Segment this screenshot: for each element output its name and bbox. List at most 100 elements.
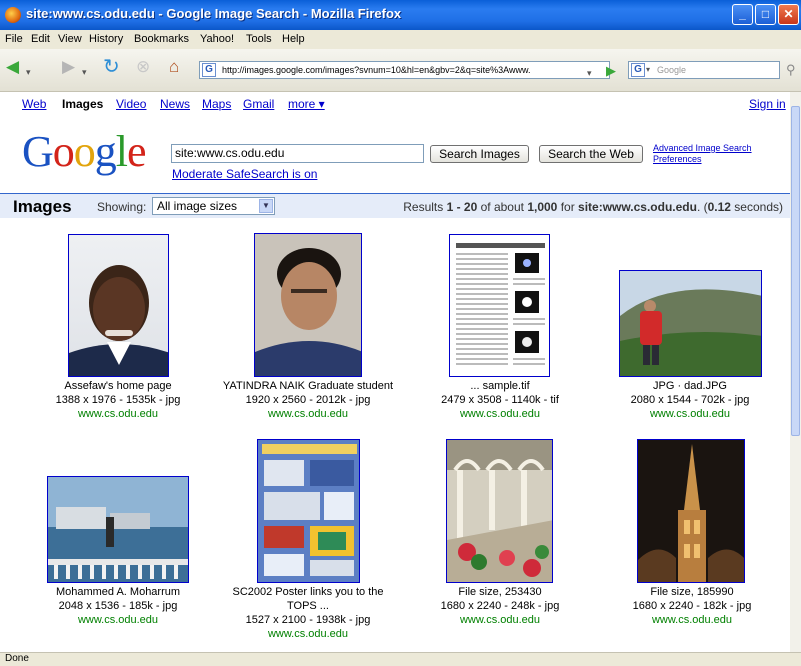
result-domain-5: www.cs.odu.edu xyxy=(77,614,159,626)
image-size-value: All image sizes xyxy=(157,199,238,213)
window-title: site:www.cs.odu.edu - Google Image Searc… xyxy=(26,6,402,21)
forward-arrow-icon[interactable]: ▶ xyxy=(62,58,75,76)
status-text: Done xyxy=(5,653,29,664)
chevron-down-icon[interactable]: ▼ xyxy=(259,199,273,213)
menu-help[interactable]: Help xyxy=(282,33,305,45)
magnifier-icon[interactable]: ⚲ xyxy=(786,61,796,79)
status-bar: Done xyxy=(0,652,801,666)
result-title-8[interactable]: File size, 185990 xyxy=(612,585,772,599)
result-caption-6: SC2002 Poster links you to the TOPS ... … xyxy=(213,585,403,641)
result-domain-2: www.cs.odu.edu xyxy=(267,408,349,420)
gbar-gmail-link[interactable]: Gmail xyxy=(243,97,274,111)
cathedral-image-8 xyxy=(638,440,744,582)
menu-file[interactable]: File xyxy=(5,33,23,45)
back-dropdown-icon[interactable]: ▾ xyxy=(26,63,31,81)
result-caption-5: Mohammed A. Moharrum 2048 x 1536 - 185k … xyxy=(38,585,198,627)
document-image-3 xyxy=(456,243,545,365)
menu-history[interactable]: History xyxy=(89,33,123,45)
gbar-more-link[interactable]: more ▾ xyxy=(288,97,325,111)
result-thumbnail-6[interactable] xyxy=(257,439,360,583)
google-engine-icon[interactable]: G xyxy=(631,63,645,77)
result-meta-7: 1680 x 2240 - 248k - jpg xyxy=(440,600,560,612)
gbar-web-link[interactable]: Web xyxy=(22,97,46,111)
search-images-button[interactable]: Search Images xyxy=(430,145,529,163)
result-title-7[interactable]: File size, 253430 xyxy=(420,585,580,599)
engine-dropdown-icon[interactable]: ▾ xyxy=(646,62,650,78)
result-title-6-line2[interactable]: TOPS ... xyxy=(213,599,403,613)
harbor-image-5 xyxy=(48,477,188,582)
result-caption-3: ... sample.tif 2479 x 3508 - 1140k - tif… xyxy=(420,379,580,421)
navigation-toolbar: ◀ ▾ ▶ ▾ ↻ ⊗ ⌂ G http://images.google.com… xyxy=(0,49,801,92)
result-thumbnail-4[interactable] xyxy=(619,270,762,377)
safesearch-link[interactable]: Moderate SafeSearch is on xyxy=(172,167,317,181)
minimize-button[interactable]: _ xyxy=(732,4,753,25)
result-domain-3: www.cs.odu.edu xyxy=(459,408,541,420)
result-caption-1: Assefaw's home page 1388 x 1976 - 1535k … xyxy=(38,379,198,421)
landscape-image-4 xyxy=(620,271,761,376)
images-heading: Images xyxy=(13,197,72,216)
home-icon[interactable]: ⌂ xyxy=(169,58,179,76)
firefox-icon xyxy=(5,7,21,23)
stop-icon[interactable]: ⊗ xyxy=(136,58,150,76)
result-title-4[interactable]: JPG · dad.JPG xyxy=(610,379,770,393)
result-thumbnail-3[interactable] xyxy=(449,234,550,377)
advanced-image-search-link[interactable]: Advanced Image Search xyxy=(653,143,752,154)
result-domain-7: www.cs.odu.edu xyxy=(459,614,541,626)
result-domain-8: www.cs.odu.edu xyxy=(651,614,733,626)
url-text: http://images.google.com/images?svnum=10… xyxy=(222,65,531,75)
search-engine-box[interactable]: G ▾ Google xyxy=(628,61,780,79)
menu-yahoo[interactable]: Yahoo! xyxy=(200,33,234,45)
search-engine-placeholder: Google xyxy=(657,65,687,75)
results-stats: Results 1 - 20 of about 1,000 for site:w… xyxy=(403,200,783,214)
gbar-video-link[interactable]: Video xyxy=(116,97,146,111)
scrollbar-thumb[interactable] xyxy=(791,106,800,436)
result-title-6[interactable]: SC2002 Poster links you to the xyxy=(213,585,403,599)
gbar-maps-link[interactable]: Maps xyxy=(202,97,231,111)
result-meta-8: 1680 x 2240 - 182k - jpg xyxy=(632,600,752,612)
result-domain-6: www.cs.odu.edu xyxy=(267,628,349,640)
menu-view[interactable]: View xyxy=(58,33,82,45)
result-thumbnail-7[interactable] xyxy=(446,439,553,583)
menu-bookmarks[interactable]: Bookmarks xyxy=(134,33,189,45)
poster-image-6 xyxy=(258,440,359,582)
result-title-5[interactable]: Mohammed A. Moharrum xyxy=(38,585,198,599)
result-thumbnail-5[interactable] xyxy=(47,476,189,583)
go-icon[interactable]: ▶ xyxy=(606,62,616,80)
result-meta-4: 2080 x 1544 - 702k - jpg xyxy=(630,394,750,406)
result-title-1[interactable]: Assefaw's home page xyxy=(38,379,198,393)
search-web-button[interactable]: Search the Web xyxy=(539,145,643,163)
result-thumbnail-1[interactable] xyxy=(68,234,169,377)
maximize-button[interactable]: □ xyxy=(755,4,776,25)
advanced-links: Advanced Image Search Preferences xyxy=(653,143,752,165)
forward-dropdown-icon[interactable]: ▾ xyxy=(82,63,87,81)
google-bar: Web Images Video News Maps Gmail more ▾ … xyxy=(0,97,790,113)
result-caption-8: File size, 185990 1680 x 2240 - 182k - j… xyxy=(612,585,772,627)
result-meta-2: 1920 x 2560 - 2012k - jpg xyxy=(245,394,371,406)
url-dropdown-icon[interactable]: ▾ xyxy=(587,64,592,82)
reload-icon[interactable]: ↻ xyxy=(103,57,120,77)
menu-tools[interactable]: Tools xyxy=(246,33,272,45)
url-bar[interactable]: G http://images.google.com/images?svnum=… xyxy=(199,61,610,79)
search-input[interactable]: site:www.cs.odu.edu xyxy=(171,144,424,163)
result-caption-7: File size, 253430 1680 x 2240 - 248k - j… xyxy=(420,585,580,627)
page-content: Web Images Video News Maps Gmail more ▾ … xyxy=(0,92,790,652)
close-button[interactable]: ✕ xyxy=(778,4,799,25)
google-logo[interactable]: Google xyxy=(22,130,147,174)
portrait-image-1 xyxy=(69,265,168,376)
gbar-news-link[interactable]: News xyxy=(160,97,190,111)
portrait-image-2 xyxy=(255,234,361,376)
vertical-scrollbar[interactable] xyxy=(790,92,801,652)
image-size-select[interactable]: All image sizes ▼ xyxy=(152,197,275,215)
gbar-images-current: Images xyxy=(62,97,104,111)
back-arrow-icon[interactable]: ◀ xyxy=(6,58,19,76)
sign-in-link[interactable]: Sign in xyxy=(749,97,786,111)
menu-edit[interactable]: Edit xyxy=(31,33,50,45)
result-title-2[interactable]: YATINDRA NAIK Graduate student xyxy=(213,379,403,393)
result-thumbnail-8[interactable] xyxy=(637,439,745,583)
result-title-3[interactable]: ... sample.tif xyxy=(420,379,580,393)
result-thumbnail-2[interactable] xyxy=(254,233,362,377)
result-meta-1: 1388 x 1976 - 1535k - jpg xyxy=(55,394,181,406)
window-titlebar: site:www.cs.odu.edu - Google Image Searc… xyxy=(0,0,801,30)
preferences-link[interactable]: Preferences xyxy=(653,154,752,165)
result-caption-4: JPG · dad.JPG 2080 x 1544 - 702k - jpg w… xyxy=(610,379,770,421)
